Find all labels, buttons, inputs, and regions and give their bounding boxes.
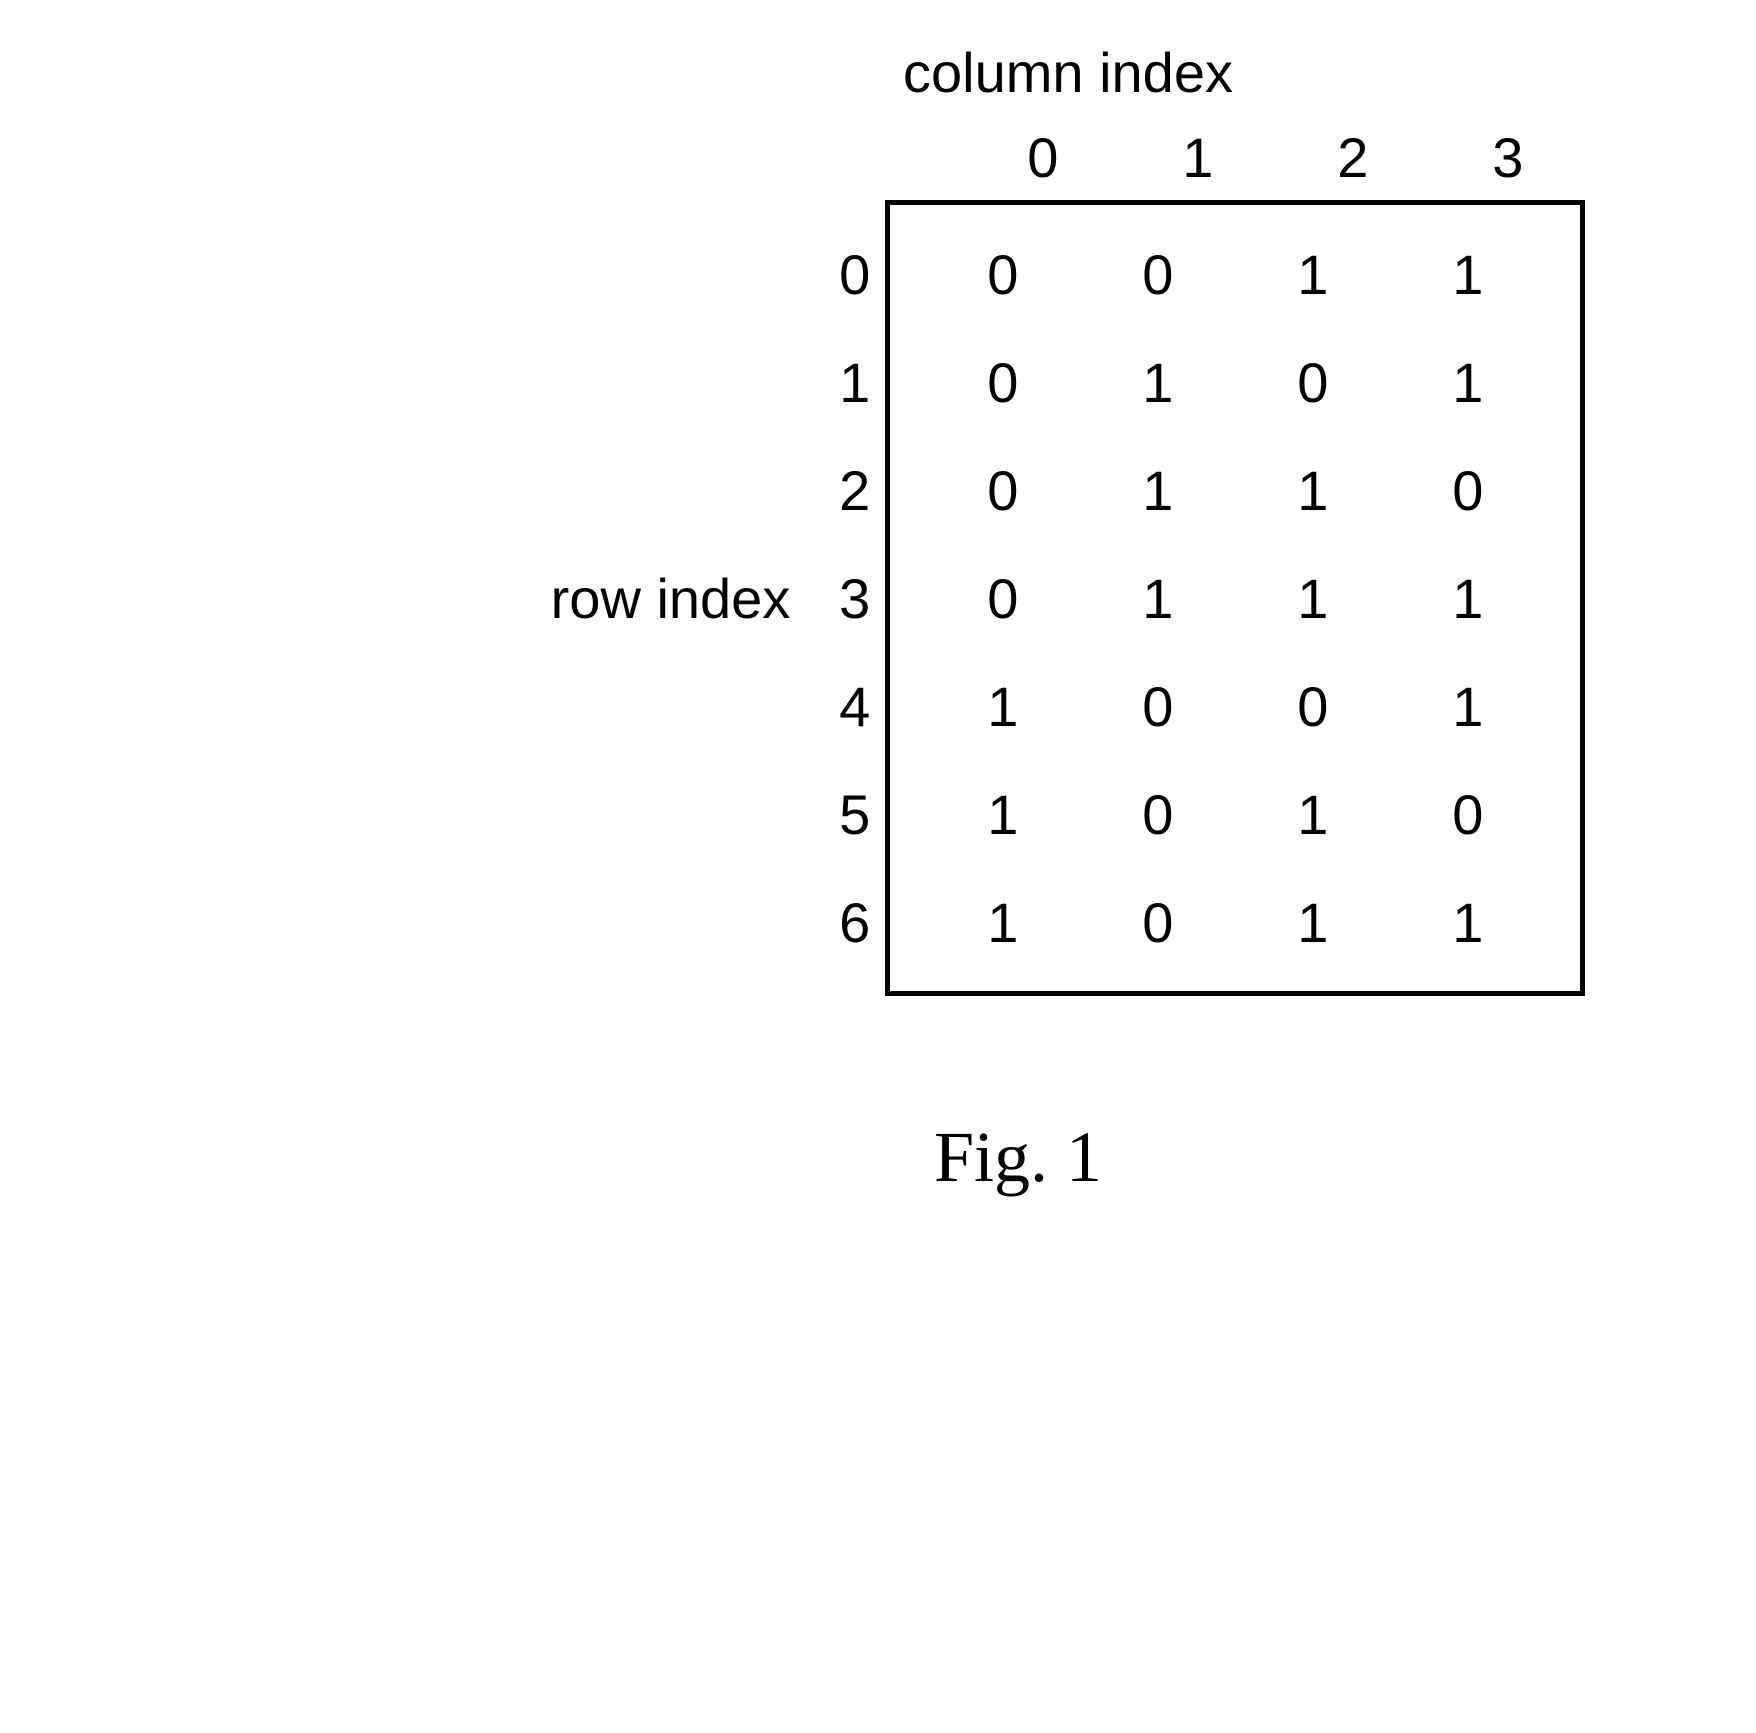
matrix-row: 0 1 0 1 (925, 328, 1545, 436)
matrix-cell: 0 (925, 566, 1080, 631)
matrix-cell: 1 (1235, 566, 1390, 631)
matrix-cell: 1 (1235, 890, 1390, 955)
matrix-row: 1 0 1 1 (925, 868, 1545, 976)
column-header: 2 (1275, 125, 1430, 190)
matrix-cell: 1 (1235, 458, 1390, 523)
matrix-cell: 1 (1235, 782, 1390, 847)
row-header: 6 (820, 868, 870, 976)
matrix-cell: 1 (1080, 566, 1235, 631)
matrix-cell: 0 (1080, 242, 1235, 307)
matrix-cell: 0 (1235, 350, 1390, 415)
row-headers: 0 1 2 3 4 5 6 (820, 220, 870, 976)
matrix-cell: 1 (1080, 350, 1235, 415)
figure-container: column index 0 1 2 3 row index 0 1 2 3 4… (40, 40, 1716, 1199)
row-header: 1 (820, 328, 870, 436)
matrix-cell: 1 (1390, 242, 1545, 307)
matrix-cell: 0 (925, 242, 1080, 307)
matrix-cell: 0 (925, 458, 1080, 523)
matrix-row: 1 0 0 1 (925, 652, 1545, 760)
matrix-row: 1 0 1 0 (925, 760, 1545, 868)
matrix-cell: 0 (1390, 782, 1545, 847)
matrix-cell: 1 (1390, 350, 1545, 415)
column-title: column index (551, 40, 1586, 105)
column-header: 0 (965, 125, 1120, 190)
matrix-cell: 1 (1390, 566, 1545, 631)
matrix-cell: 1 (1080, 458, 1235, 523)
row-header: 0 (820, 220, 870, 328)
matrix-cell: 1 (1390, 674, 1545, 739)
row-header: 5 (820, 760, 870, 868)
matrix-cell: 1 (1235, 242, 1390, 307)
row-header: 3 (820, 544, 870, 652)
row-header: 2 (820, 436, 870, 544)
column-headers: 0 1 2 3 (895, 125, 1585, 190)
row-header: 4 (820, 652, 870, 760)
main-row: row index 0 1 2 3 4 5 6 0 0 1 1 (551, 200, 1586, 996)
matrix-row: 0 1 1 1 (925, 544, 1545, 652)
matrix-cell: 0 (925, 350, 1080, 415)
matrix-box: 0 0 1 1 0 1 0 1 0 1 1 0 (885, 200, 1585, 996)
matrix-row: 0 0 1 1 (925, 220, 1545, 328)
matrix-cell: 1 (925, 782, 1080, 847)
matrix-grid: 0 0 1 1 0 1 0 1 0 1 1 0 (925, 220, 1545, 976)
figure-caption: Fig. 1 (0, 1116, 1756, 1199)
matrix-cell: 0 (1080, 782, 1235, 847)
matrix-row: 0 1 1 0 (925, 436, 1545, 544)
matrix-cell: 1 (925, 890, 1080, 955)
matrix-cell: 0 (1390, 458, 1545, 523)
matrix-cell: 0 (1080, 674, 1235, 739)
column-header: 1 (1120, 125, 1275, 190)
row-title: row index (551, 566, 791, 631)
matrix-cell: 1 (1390, 890, 1545, 955)
top-area: column index 0 1 2 3 row index 0 1 2 3 4… (551, 40, 1586, 996)
column-header: 3 (1430, 125, 1585, 190)
matrix-cell: 0 (1235, 674, 1390, 739)
matrix-cell: 0 (1080, 890, 1235, 955)
matrix-cell: 1 (925, 674, 1080, 739)
